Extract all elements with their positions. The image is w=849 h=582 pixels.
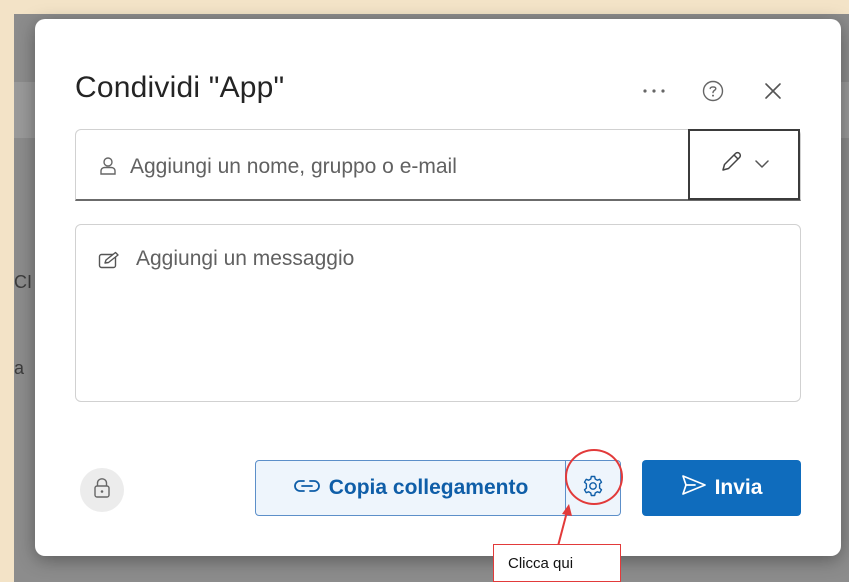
- message-input[interactable]: [134, 245, 778, 389]
- question-circle-icon[interactable]: [699, 77, 727, 105]
- person-icon: [98, 156, 118, 181]
- background-label: a: [14, 358, 25, 378]
- link-icon: [293, 476, 321, 500]
- annotation-circle: [565, 449, 623, 505]
- ellipsis-icon[interactable]: [640, 77, 668, 105]
- pencil-icon: [718, 149, 744, 180]
- send-label: Invia: [714, 476, 763, 499]
- send-icon: [681, 474, 707, 502]
- close-icon[interactable]: [759, 77, 787, 105]
- message-field: [75, 224, 801, 402]
- annotation-callout: Clicca qui: [493, 544, 621, 582]
- recipient-field: [75, 129, 801, 201]
- annotation-arrow: [557, 504, 572, 547]
- permission-dropdown-button[interactable]: [688, 129, 800, 200]
- copy-link-label: Copia collegamento: [328, 476, 529, 499]
- recipient-input[interactable]: [128, 152, 672, 182]
- share-dialog: Condividi "App" Aggiungi un nome, gruppo…: [35, 19, 841, 556]
- lock-button[interactable]: [80, 468, 124, 512]
- lock-icon: [93, 477, 111, 504]
- copy-link-button[interactable]: Copia collegamento: [256, 461, 566, 515]
- chevron-down-icon: [754, 156, 770, 174]
- dialog-title: Condividi "App": [75, 71, 285, 104]
- background-label: CI: [14, 272, 32, 292]
- compose-icon: [98, 251, 120, 276]
- send-button[interactable]: Invia: [642, 460, 801, 516]
